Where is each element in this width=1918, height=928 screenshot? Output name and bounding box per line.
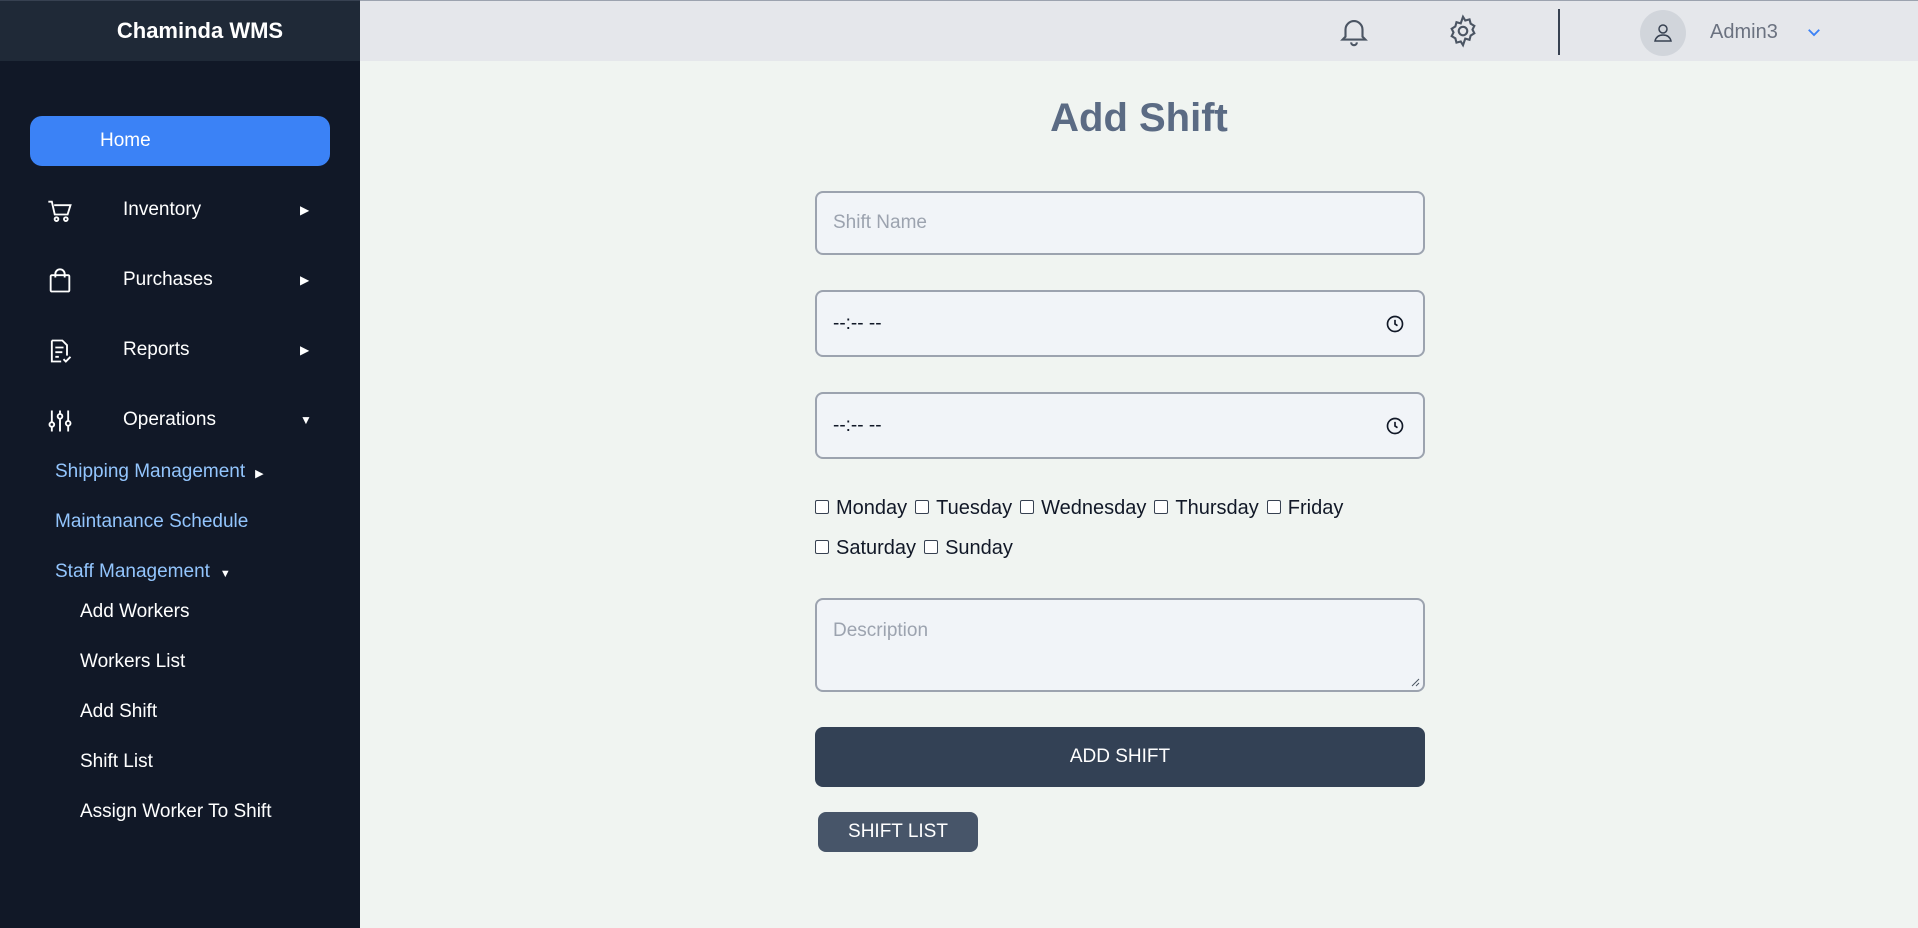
checkbox[interactable] — [815, 539, 829, 554]
page-title: Add Shift — [1050, 96, 1228, 140]
sliders-icon — [48, 410, 72, 432]
sidebar-item-home[interactable]: Home — [30, 116, 330, 166]
day-label: Thursday — [1175, 497, 1259, 519]
day-checkbox-sunday[interactable]: Sunday — [924, 537, 1013, 560]
sidebar-item-label: Shipping Management — [55, 461, 246, 482]
start-time-input[interactable]: --:-- -- — [815, 290, 1425, 357]
cart-icon — [48, 200, 72, 222]
sidebar-item-label: Staff Management — [55, 561, 210, 582]
clock-icon[interactable] — [1385, 416, 1405, 436]
sidebar-item-label: Operations — [123, 409, 216, 430]
time-value: --:-- -- — [833, 312, 882, 334]
day-label: Saturday — [836, 537, 917, 559]
brand-title: Chaminda WMS — [0, 0, 360, 61]
shift-name-input[interactable]: Shift Name — [815, 191, 1425, 255]
day-checkbox-thursday[interactable]: Thursday — [1154, 497, 1259, 520]
sidebar-item-assign-worker[interactable]: Assign Worker To Shift — [80, 801, 271, 823]
expand-arrow-icon: ▶ — [300, 343, 310, 357]
sidebar-item-label: Inventory — [123, 199, 202, 220]
day-label: Wednesday — [1041, 497, 1147, 519]
sidebar-item-add-shift[interactable]: Add Shift — [80, 701, 157, 723]
sidebar-item-add-workers[interactable]: Add Workers — [80, 601, 189, 623]
gear-icon[interactable] — [1446, 14, 1480, 48]
checkbox[interactable] — [1154, 499, 1169, 514]
sidebar-item-purchases[interactable]: Purchases ▶ — [0, 255, 360, 305]
sidebar-item-shift-list[interactable]: Shift List — [80, 751, 153, 773]
days-row-2: Saturday Sunday — [815, 537, 1021, 560]
expand-arrow-icon: ▶ — [255, 468, 264, 480]
sidebar-item-label: Reports — [123, 339, 190, 360]
resize-grip-icon[interactable] — [1410, 677, 1420, 687]
checkbox[interactable] — [924, 539, 939, 554]
sidebar-item-maintenance-schedule[interactable]: Maintanance Schedule — [55, 511, 248, 533]
days-row-1: Monday Tuesday Wednesday Thursday Friday — [815, 497, 1351, 520]
day-checkbox-monday[interactable]: Monday — [815, 497, 907, 520]
day-checkbox-tuesday[interactable]: Tuesday — [915, 497, 1012, 520]
sidebar-item-operations[interactable]: Operations ▼ — [0, 395, 360, 445]
bag-icon — [49, 268, 71, 293]
day-checkbox-saturday[interactable]: Saturday — [815, 537, 916, 560]
sidebar-item-label: Purchases — [123, 269, 213, 290]
shift-list-button[interactable]: SHIFT LIST — [818, 812, 978, 852]
sidebar: Chaminda WMS Home Inventory ▶ Purchases … — [0, 0, 360, 928]
expand-arrow-icon: ▶ — [300, 203, 310, 217]
day-label: Friday — [1287, 497, 1344, 519]
sidebar-item-inventory[interactable]: Inventory ▶ — [0, 185, 360, 235]
description-placeholder: Description — [833, 620, 929, 641]
sidebar-item-shipping-management[interactable]: Shipping Management ▶ — [55, 461, 264, 483]
bell-icon[interactable] — [1337, 14, 1371, 48]
divider — [1558, 9, 1560, 55]
expand-arrow-icon: ▶ — [300, 273, 310, 287]
checkbox[interactable] — [1266, 499, 1281, 514]
report-icon — [50, 339, 72, 363]
sidebar-item-staff-management[interactable]: Staff Management ▼ — [55, 561, 231, 583]
time-value: --:-- -- — [833, 414, 882, 436]
end-time-input[interactable]: --:-- -- — [815, 392, 1425, 459]
day-checkbox-wednesday[interactable]: Wednesday — [1020, 497, 1146, 520]
checkbox[interactable] — [815, 499, 829, 514]
day-label: Tuesday — [936, 497, 1013, 519]
day-label: Monday — [836, 497, 908, 519]
user-name[interactable]: Admin3 — [1710, 21, 1778, 44]
user-icon — [1654, 24, 1672, 42]
clock-icon[interactable] — [1385, 314, 1405, 334]
checkbox[interactable] — [1020, 499, 1035, 514]
checkbox[interactable] — [915, 499, 930, 514]
avatar[interactable] — [1640, 10, 1686, 56]
add-shift-button[interactable]: ADD SHIFT — [815, 727, 1425, 787]
day-checkbox-friday[interactable]: Friday — [1266, 497, 1344, 520]
collapse-arrow-icon: ▼ — [219, 568, 231, 580]
sidebar-item-workers-list[interactable]: Workers List — [80, 651, 185, 673]
description-textarea[interactable]: Description — [815, 598, 1425, 692]
collapse-arrow-icon: ▼ — [300, 413, 312, 427]
chevron-down-icon[interactable] — [1805, 23, 1823, 41]
top-bar: Admin3 — [360, 0, 1918, 61]
sidebar-item-reports[interactable]: Reports ▶ — [0, 325, 360, 375]
day-label: Sunday — [945, 537, 1013, 559]
